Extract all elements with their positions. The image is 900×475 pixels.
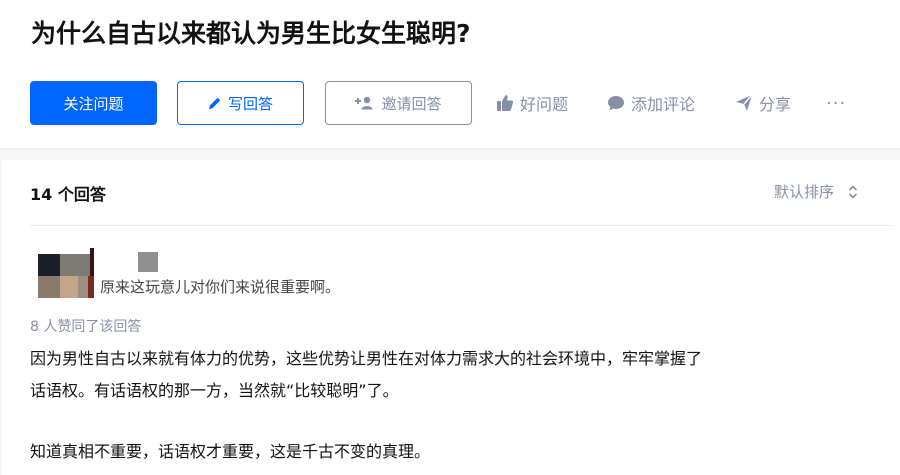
share-button[interactable]: 分享 <box>735 81 791 125</box>
comment-bubble-icon <box>608 96 624 111</box>
follow-question-button[interactable]: 关注问题 <box>30 81 157 125</box>
share-label: 分享 <box>759 95 792 114</box>
author-name-redacted[interactable] <box>138 252 158 272</box>
good-question-label: 好问题 <box>520 95 569 114</box>
follow-question-label: 关注问题 <box>63 94 124 113</box>
invite-answer-label: 邀请回答 <box>381 94 442 113</box>
thumbs-up-icon <box>497 95 514 111</box>
author-bio: 原来这玩意儿对你们来说很重要啊。 <box>100 278 341 296</box>
answer-count: 14 个回答 <box>30 185 106 204</box>
answer-paragraph: 话语权。有话语权的那一方，当然就“比较聪明”了。 <box>30 381 399 400</box>
answer-paragraph: 因为男性自古以来就有体力的优势，这些优势让男性在对体力需求大的社会环境中，牢牢掌… <box>30 349 703 368</box>
answers-card: 14 个回答 默认排序 原来这玩意儿对你们来说很重要啊。 8 人赞同了该回答 因… <box>2 160 900 475</box>
paper-plane-icon <box>736 94 753 111</box>
sort-chevron-icon <box>848 184 858 199</box>
header-divider <box>30 225 892 226</box>
question-title: 为什么自古以来都认为男生比女生聪明? <box>31 19 471 48</box>
sort-label: 默认排序 <box>774 183 835 201</box>
answer-paragraph: 知道真相不重要，话语权才重要，这是千古不变的真理。 <box>30 442 431 461</box>
invite-answer-button[interactable]: 邀请回答 <box>325 81 472 125</box>
write-answer-button[interactable]: 写回答 <box>177 81 304 125</box>
pencil-icon <box>208 97 221 109</box>
add-comment-button[interactable]: 添加评论 <box>607 81 695 125</box>
sort-selector[interactable]: 默认排序 <box>774 181 858 202</box>
question-header: 为什么自古以来都认为男生比女生聪明? 关注问题 写回答 邀请回答 好问题 添加评… <box>0 0 900 148</box>
more-options-button[interactable]: ··· <box>826 81 846 125</box>
avatar[interactable] <box>38 248 94 298</box>
add-user-icon <box>355 96 373 110</box>
vote-count: 8 人赞同了该回答 <box>30 319 142 335</box>
more-icon: ··· <box>826 92 847 114</box>
good-question-button[interactable]: 好问题 <box>496 81 568 125</box>
write-answer-label: 写回答 <box>227 94 273 113</box>
add-comment-label: 添加评论 <box>631 95 696 114</box>
